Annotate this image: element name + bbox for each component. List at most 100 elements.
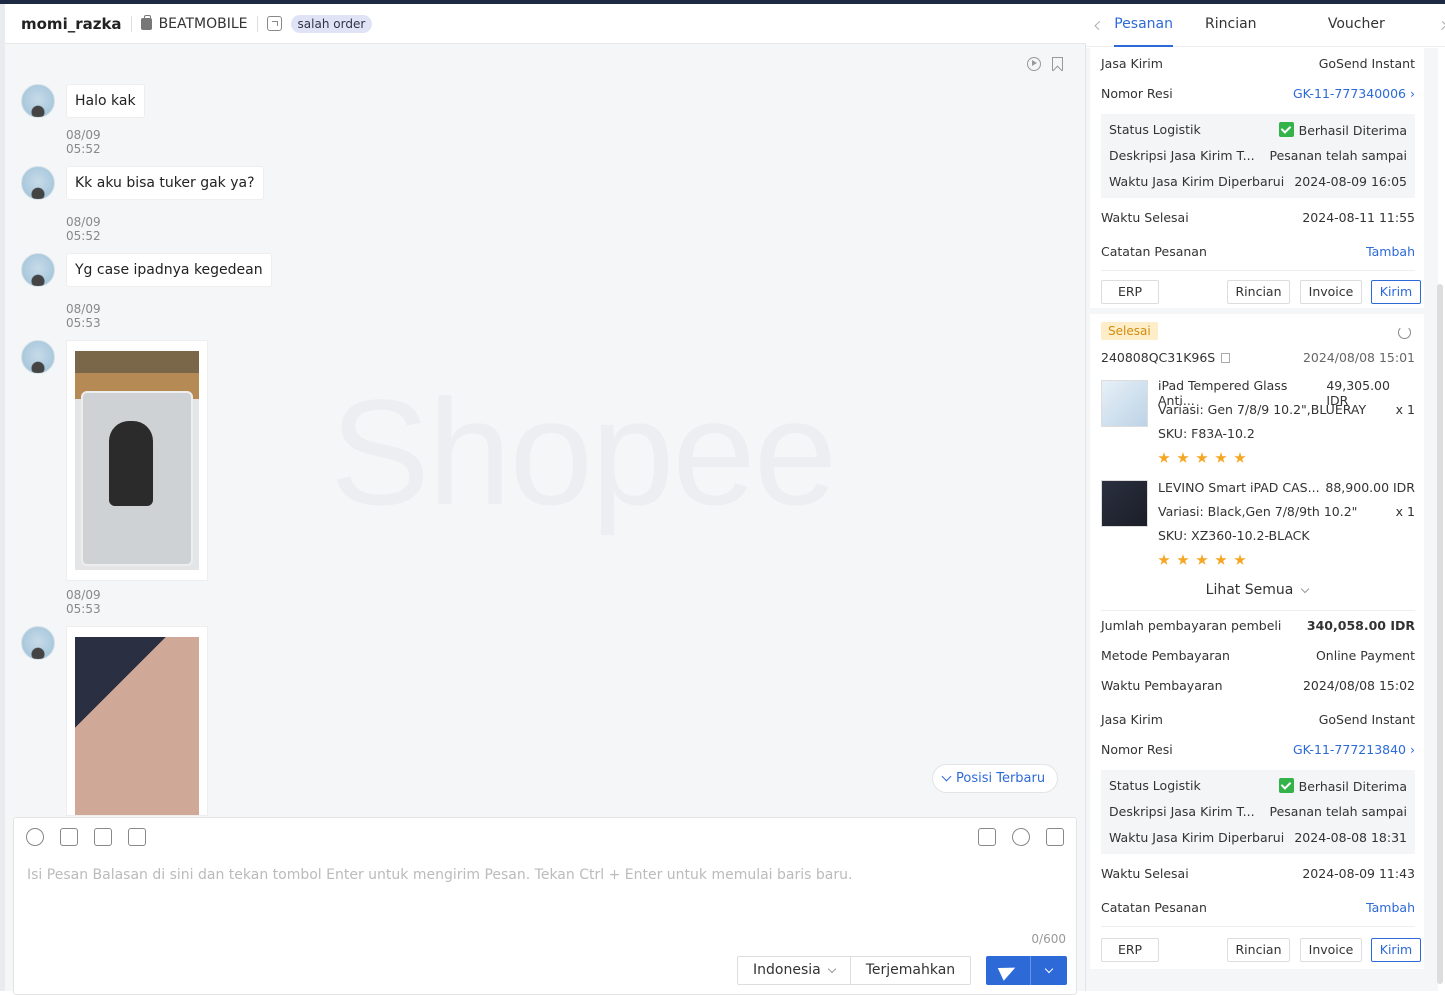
total-row: Jumlah pembayaran pembeli 340,058.00 IDR (1101, 618, 1415, 633)
product-image[interactable] (1101, 480, 1148, 527)
tab-pesanan[interactable]: Pesanan (1114, 4, 1173, 47)
tab-voucher[interactable]: Voucher (1328, 4, 1385, 47)
kirim-button[interactable]: Kirim (1371, 938, 1421, 962)
invoice-button[interactable]: Invoice (1300, 280, 1362, 304)
label: Waktu Selesai (1101, 210, 1189, 225)
chevron-left-icon[interactable] (1094, 20, 1104, 30)
image-bubble[interactable] (66, 626, 208, 816)
chevron-down-icon (827, 964, 836, 974)
transfer-chat-icon[interactable] (266, 16, 282, 31)
label: Waktu Pembayaran (1101, 678, 1223, 693)
label: Deskripsi Jasa Kirim T... (1109, 804, 1255, 819)
label: Nomor Resi (1101, 86, 1173, 101)
star-icon (1196, 554, 1208, 565)
language-select[interactable]: Indonesia (738, 957, 851, 984)
tracking-number: GK-11-777213840 (1292, 742, 1407, 757)
value: Online Payment (1315, 648, 1415, 663)
scrollbar[interactable] (1437, 284, 1443, 984)
tracking-link[interactable]: GK-11-777213840 › (1293, 742, 1415, 757)
product-variant-row: Variasi: Black,Gen 7/8/9th 10.2" x 1 (1158, 504, 1415, 519)
invoice-button[interactable]: Invoice (1300, 938, 1362, 962)
rating-stars (1158, 452, 1246, 464)
rating-stars (1158, 554, 1246, 566)
value: 340,058.00 IDR (1306, 618, 1415, 633)
logistics-desc-row: Deskripsi Jasa Kirim T... Pesanan telah s… (1109, 804, 1407, 819)
erp-button[interactable]: ERP (1101, 938, 1159, 962)
send-button-group (986, 956, 1067, 985)
chevron-down-icon (1044, 964, 1054, 974)
product-name[interactable]: LEVINO Smart iPAD CAS... (1158, 480, 1320, 495)
product-image[interactable] (1101, 380, 1148, 427)
star-icon (1215, 452, 1227, 463)
logistics-box: Status Logistik Berhasil Diterima Deskrip… (1101, 114, 1415, 198)
add-note-link[interactable]: Tambah (1366, 244, 1415, 259)
label: Jasa Kirim (1101, 56, 1163, 71)
shipping-row: Jasa Kirim GoSend Instant (1101, 56, 1415, 71)
label: Metode Pembayaran (1101, 648, 1230, 663)
emoji-icon[interactable] (26, 828, 44, 846)
rincian-button[interactable]: Rincian (1227, 280, 1290, 304)
label: Waktu Jasa Kirim Diperbarui (1109, 174, 1285, 189)
paper-plane-icon (997, 960, 1019, 981)
shop-name: BEATMOBILE (140, 14, 248, 32)
chat-tag[interactable]: salah order (290, 14, 373, 33)
list-icon[interactable] (1046, 828, 1064, 846)
message-input[interactable]: Isi Pesan Balasan di sini dan tekan tomb… (27, 867, 852, 883)
note-row: Catatan Pesanan Tambah (1101, 900, 1415, 915)
translate-button[interactable]: Terjemahkan (851, 957, 970, 984)
star-icon (1177, 554, 1189, 565)
kirim-button[interactable]: Kirim (1371, 280, 1421, 304)
rincian-button[interactable]: Rincian (1227, 938, 1290, 962)
jump-label: Posisi Terbaru (956, 771, 1046, 786)
send-button[interactable] (986, 956, 1031, 985)
message-time: 08/09 05:52 (66, 215, 101, 243)
avatar (21, 84, 55, 118)
order-date: 2024/08/08 15:01 (1302, 350, 1415, 365)
product-sku-row: SKU: F83A-10.2 (1158, 426, 1415, 441)
jump-to-latest-button[interactable]: Posisi Terbaru (932, 764, 1059, 793)
chevron-right-icon[interactable] (1437, 20, 1445, 30)
template-icon[interactable] (128, 828, 146, 846)
star-icon (1234, 554, 1246, 565)
message-time: 08/09 05:52 (66, 128, 101, 156)
image-icon[interactable] (60, 828, 78, 846)
send-options-button[interactable] (1031, 956, 1067, 985)
photo-ipad-back[interactable] (75, 637, 199, 815)
product-qty: x 1 (1395, 504, 1415, 519)
order-id: 240808QC31K96S (1101, 350, 1216, 365)
see-all-label: Lihat Semua (1205, 582, 1294, 598)
video-icon[interactable] (94, 828, 112, 846)
product-qty: x 1 (1395, 402, 1415, 417)
add-note-link[interactable]: Tambah (1366, 900, 1415, 915)
translate-controls: Indonesia Terjemahkan (737, 956, 972, 985)
quick-reply-icon[interactable] (978, 828, 996, 846)
tracking-link[interactable]: GK-11-777340006 › (1293, 86, 1415, 101)
payment-time-row: Waktu Pembayaran 2024/08/08 15:02 (1101, 678, 1415, 693)
bookmark-icon[interactable] (1052, 57, 1063, 71)
image-bubble[interactable] (66, 340, 208, 581)
message-composer: Isi Pesan Balasan di sini dan tekan tomb… (13, 817, 1077, 995)
copy-icon[interactable] (1221, 353, 1231, 363)
ai-assist-icon[interactable] (1012, 828, 1030, 846)
value: 2024-08-09 16:05 (1294, 174, 1407, 189)
label: Catatan Pesanan (1101, 244, 1207, 259)
play-circle-icon[interactable] (1027, 57, 1041, 71)
product-price: 88,900.00 IDR (1325, 480, 1415, 495)
buyer-username[interactable]: momi_razka (21, 15, 122, 33)
logistics-time-row: Waktu Jasa Kirim Diperbarui 2024-08-08 18… (1109, 830, 1407, 845)
see-all-button[interactable]: Lihat Semua (1090, 582, 1424, 598)
erp-button[interactable]: ERP (1101, 280, 1159, 304)
logistics-time-row: Waktu Jasa Kirim Diperbarui 2024-08-09 16… (1109, 174, 1407, 189)
product-variant-row: Variasi: Gen 7/8/9 10.2",BLUERAY x 1 (1158, 402, 1415, 417)
star-icon (1158, 554, 1170, 565)
product-sku: SKU: F83A-10.2 (1158, 426, 1255, 441)
label: Jumlah pembayaran pembeli (1101, 618, 1282, 633)
star-icon (1215, 554, 1227, 565)
photo-ipad-selfie[interactable] (75, 351, 199, 570)
product-variant: Variasi: Gen 7/8/9 10.2",BLUERAY (1158, 402, 1367, 417)
value: Berhasil Diterima (1298, 123, 1407, 138)
tab-rincian-produk[interactable]: Rincian Produk (1205, 4, 1296, 72)
refresh-icon[interactable] (1398, 326, 1411, 339)
avatar (21, 166, 55, 200)
avatar (21, 340, 55, 374)
